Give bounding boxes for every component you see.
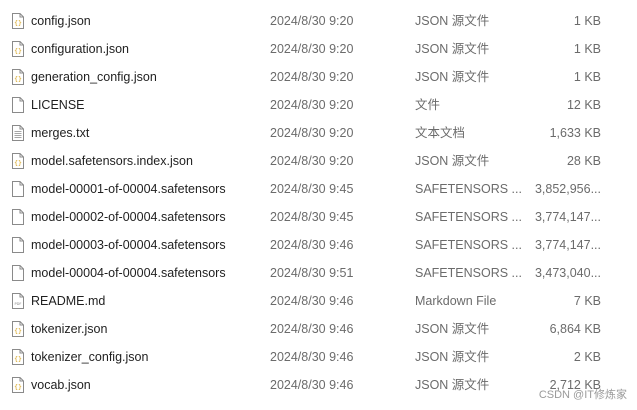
file-name: model-00002-of-00004.safetensors (31, 210, 226, 224)
file-row[interactable]: {} config.json 2024/8/30 9:20 JSON 源文件 1 KB (0, 7, 637, 35)
file-name: model-00003-of-00004.safetensors (31, 238, 226, 252)
file-name: config.json (31, 14, 91, 28)
file-modified-date: 2024/8/30 9:46 (270, 294, 354, 308)
file-size: 3,852,956... (534, 182, 601, 196)
file-row[interactable]: {} tokenizer.json 2024/8/30 9:46 JSON 源文件 6,… (0, 315, 637, 343)
file-size: 3,774,147... (534, 210, 601, 224)
file-size: 2 KB (573, 350, 601, 364)
json-file-icon: {} (12, 377, 24, 393)
file-type: SAFETENSORS ... (415, 266, 522, 280)
file-type: JSON 源文件 (415, 322, 490, 336)
file-name: merges.txt (31, 126, 90, 140)
json-file-icon: {} (12, 13, 24, 29)
file-type: JSON 源文件 (415, 350, 490, 364)
svg-text:{}: {} (14, 383, 22, 391)
file-modified-date: 2024/8/30 9:51 (270, 266, 354, 280)
file-type: JSON 源文件 (415, 70, 490, 84)
file-row[interactable]: {} tokenizer_config.json 2024/8/30 9:46 JSO… (0, 343, 637, 371)
json-file-icon: {} (12, 321, 24, 337)
file-size: 1 KB (573, 14, 601, 28)
blank-file-icon (12, 209, 24, 225)
file-modified-date: 2024/8/30 9:46 (270, 238, 354, 252)
file-row[interactable]: model-00001-of-00004.safetensors 2024/8/3… (0, 175, 637, 203)
file-row[interactable]: model-00004-of-00004.safetensors 2024/8/3… (0, 259, 637, 287)
blank-file-icon (12, 97, 24, 113)
file-type: SAFETENSORS ... (415, 238, 522, 252)
file-type: JSON 源文件 (415, 42, 490, 56)
json-file-icon: {} (12, 41, 24, 57)
file-size: 1 KB (573, 70, 601, 84)
file-size: 28 KB (566, 154, 601, 168)
file-size: 1 KB (573, 42, 601, 56)
file-type: JSON 源文件 (415, 14, 490, 28)
file-name: generation_config.json (31, 70, 157, 84)
file-modified-date: 2024/8/30 9:46 (270, 322, 354, 336)
svg-text:{}: {} (14, 327, 22, 335)
file-name: tokenizer_config.json (31, 350, 149, 364)
file-modified-date: 2024/8/30 9:46 (270, 378, 354, 392)
file-size: 1,633 KB (549, 126, 601, 140)
file-type: Markdown File (415, 294, 497, 308)
file-row[interactable]: {} model.safetensors.index.json 2024/8/30 … (0, 147, 637, 175)
file-size: 3,774,147... (534, 238, 601, 252)
svg-text:{}: {} (14, 47, 22, 55)
file-row[interactable]: model-00003-of-00004.safetensors 2024/8/3… (0, 231, 637, 259)
file-name: model.safetensors.index.json (31, 154, 193, 168)
file-name: LICENSE (31, 98, 85, 112)
json-file-icon: {} (12, 69, 24, 85)
file-row[interactable]: PDF README.md 2024/8/30 9:46 Markdown File 7… (0, 287, 637, 315)
svg-text:{}: {} (14, 75, 22, 83)
blank-file-icon (12, 265, 24, 281)
watermark: CSDN @IT修炼家 (538, 389, 627, 401)
file-modified-date: 2024/8/30 9:45 (270, 210, 354, 224)
file-modified-date: 2024/8/30 9:20 (270, 98, 354, 112)
file-modified-date: 2024/8/30 9:46 (270, 350, 354, 364)
json-file-icon: {} (12, 153, 24, 169)
svg-text:PDF: PDF (14, 302, 21, 306)
file-size: 7 KB (573, 294, 601, 308)
file-name: tokenizer.json (31, 322, 108, 336)
file-row[interactable]: LICENSE 2024/8/30 9:20 文件 12 KB (0, 91, 637, 119)
blank-file-icon (12, 237, 24, 253)
file-size: 12 KB (566, 98, 601, 112)
file-type: 文本文档 (415, 126, 466, 140)
file-type: SAFETENSORS ... (415, 182, 522, 196)
markdown-file-icon: PDF (12, 293, 24, 309)
file-modified-date: 2024/8/30 9:20 (270, 70, 354, 84)
file-row[interactable]: model-00002-of-00004.safetensors 2024/8/3… (0, 203, 637, 231)
file-row[interactable]: merges.txt 2024/8/30 9:20 文本文档 1,633 KB (0, 119, 637, 147)
svg-text:{}: {} (14, 355, 22, 363)
svg-text:{}: {} (14, 19, 22, 27)
file-name: model-00004-of-00004.safetensors (31, 266, 226, 280)
file-type: JSON 源文件 (415, 378, 490, 392)
blank-file-icon (12, 181, 24, 197)
file-type: SAFETENSORS ... (415, 210, 522, 224)
text-file-icon (12, 125, 24, 141)
file-modified-date: 2024/8/30 9:45 (270, 182, 354, 196)
file-size: 6,864 KB (549, 322, 601, 336)
file-row[interactable]: {} configuration.json 2024/8/30 9:20 JSON 源… (0, 35, 637, 63)
file-modified-date: 2024/8/30 9:20 (270, 14, 354, 28)
file-name: vocab.json (31, 378, 91, 392)
file-type: JSON 源文件 (415, 154, 490, 168)
svg-text:{}: {} (14, 159, 22, 167)
file-type: 文件 (415, 98, 441, 112)
json-file-icon: {} (12, 349, 24, 365)
file-size: 3,473,040... (534, 266, 601, 280)
file-modified-date: 2024/8/30 9:20 (270, 42, 354, 56)
file-name: configuration.json (31, 42, 129, 56)
file-name: model-00001-of-00004.safetensors (31, 182, 226, 196)
file-list: {} config.json 2024/8/30 9:20 JSON 源文件 1 KB{… (0, 7, 637, 399)
file-row[interactable]: {} generation_config.json 2024/8/30 9:20 JS… (0, 63, 637, 91)
file-modified-date: 2024/8/30 9:20 (270, 126, 354, 140)
file-modified-date: 2024/8/30 9:20 (270, 154, 354, 168)
file-name: README.md (31, 294, 106, 308)
